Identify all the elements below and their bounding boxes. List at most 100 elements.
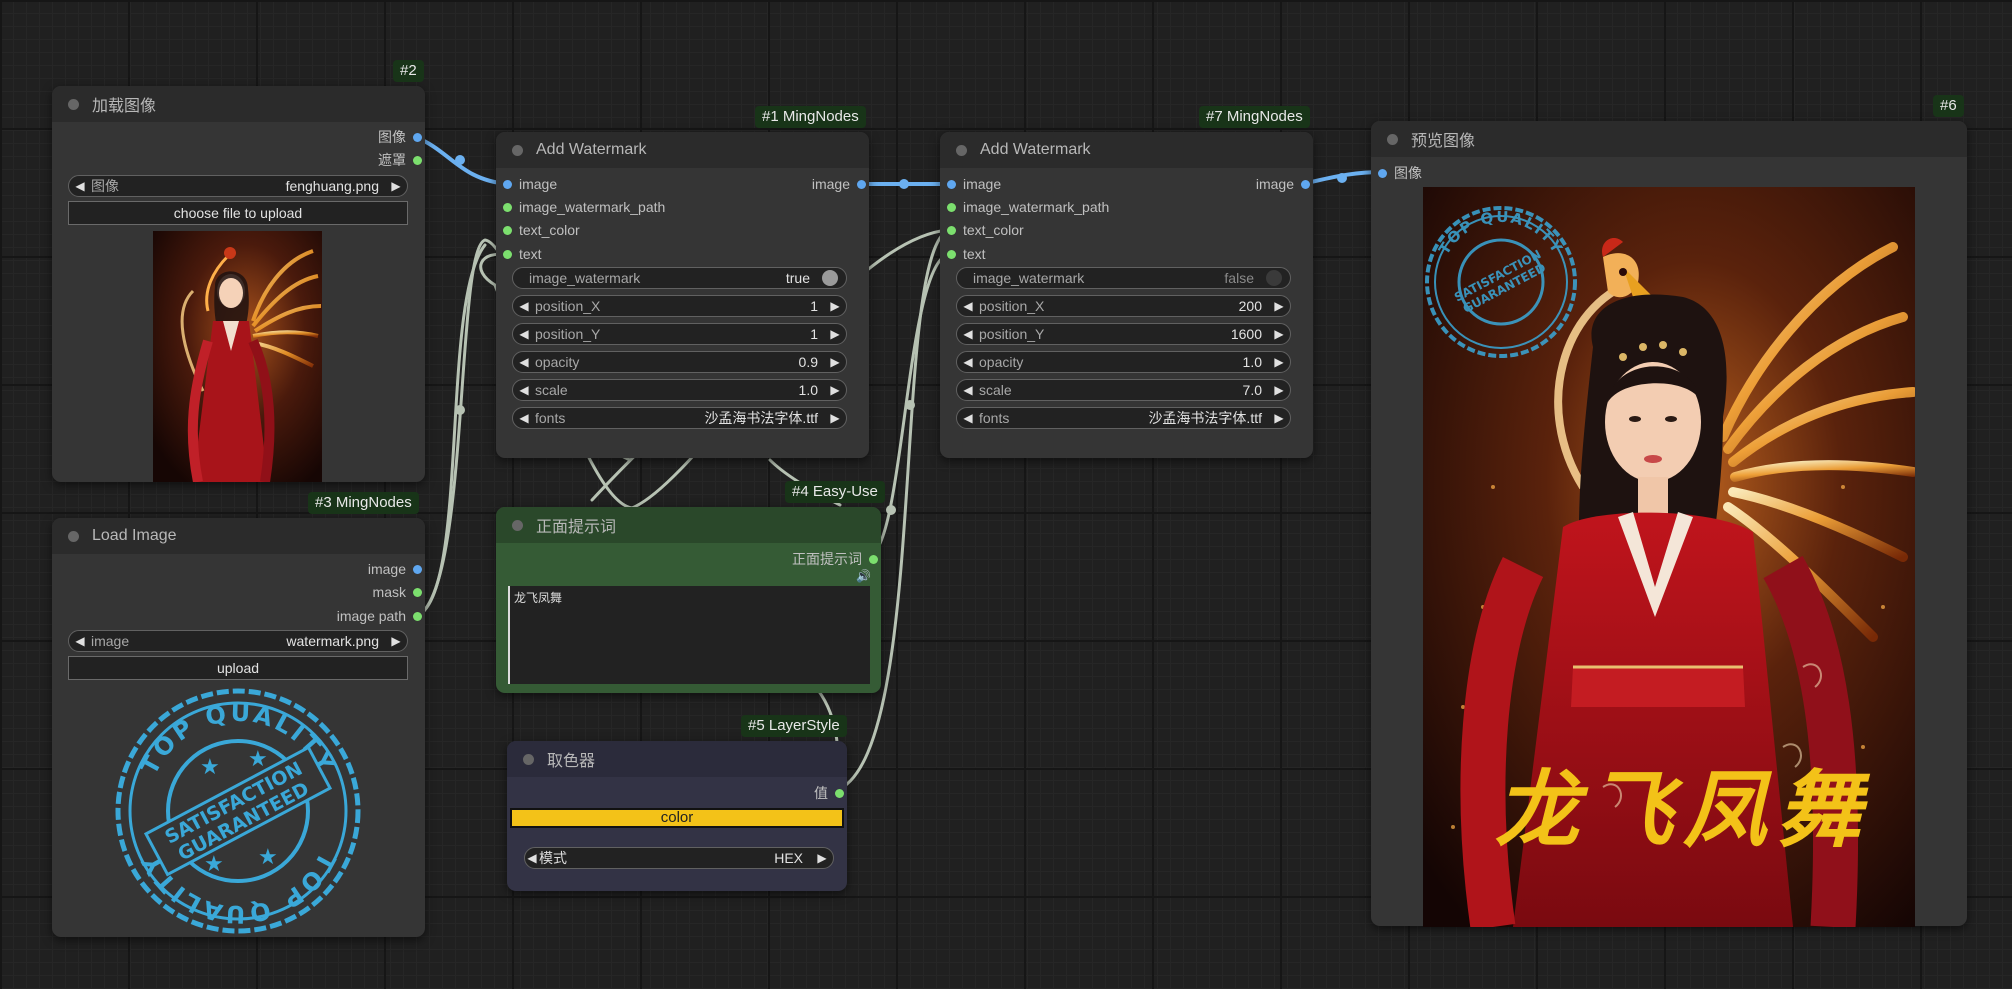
output-slot-image-path[interactable]: image path xyxy=(337,608,422,624)
collapse-dot-icon[interactable] xyxy=(523,753,534,765)
speaker-icon[interactable]: 🔊 xyxy=(856,569,871,583)
collapse-dot-icon[interactable] xyxy=(956,144,967,156)
image-output-pin-icon[interactable] xyxy=(413,133,422,142)
fonts-widget[interactable]: ◀ fonts 沙孟海书法字体.ttf ▶ xyxy=(512,407,847,429)
right-arrow-icon[interactable]: ▶ xyxy=(824,299,846,313)
image-output-pin-icon[interactable] xyxy=(413,565,422,574)
scale-widget[interactable]: ◀ scale 1.0 ▶ xyxy=(512,379,847,401)
position-y-widget[interactable]: ◀ position_Y 1 ▶ xyxy=(512,323,847,345)
add-watermark-node-1[interactable]: Add Watermark image image_watermark_path… xyxy=(496,132,869,458)
left-arrow-icon[interactable]: ◀ xyxy=(513,355,535,369)
color-swatch-button[interactable]: color xyxy=(510,808,844,828)
node-header[interactable]: Add Watermark xyxy=(940,132,1313,168)
image-watermark-toggle[interactable]: image_watermark false xyxy=(956,267,1291,289)
output-slot-mask[interactable]: mask xyxy=(373,584,422,600)
right-arrow-icon[interactable]: ▶ xyxy=(385,634,407,648)
output-slot-prompt[interactable]: 正面提示词 xyxy=(792,551,878,567)
position-y-widget[interactable]: ◀ position_Y 1600 ▶ xyxy=(956,323,1291,345)
node-header[interactable]: 加载图像 xyxy=(52,86,425,122)
collapse-dot-icon[interactable] xyxy=(512,144,523,156)
image-path-output-pin-icon[interactable] xyxy=(413,612,422,621)
scale-widget[interactable]: ◀ scale 7.0 ▶ xyxy=(956,379,1291,401)
prompt-textarea[interactable]: 龙飞凤舞 xyxy=(508,586,870,684)
string-input-pin-icon[interactable] xyxy=(947,250,956,259)
choose-file-button[interactable]: choose file to upload xyxy=(68,201,408,225)
add-watermark-node-2[interactable]: Add Watermark image image_watermark_path… xyxy=(940,132,1313,458)
output-slot-value[interactable]: 值 xyxy=(814,785,844,801)
node-header[interactable]: 正面提示词 xyxy=(496,507,881,543)
collapse-dot-icon[interactable] xyxy=(1387,133,1398,145)
toggle-on-icon[interactable] xyxy=(822,270,838,286)
positive-prompt-node[interactable]: 正面提示词 正面提示词 🔊 龙飞凤舞 xyxy=(496,507,881,693)
fonts-widget[interactable]: ◀ fonts 沙孟海书法字体.ttf ▶ xyxy=(956,407,1291,429)
position-x-widget[interactable]: ◀ position_X 1 ▶ xyxy=(512,295,847,317)
load-image-watermark-node[interactable]: Load Image image mask image path ◀ image… xyxy=(52,518,425,937)
image-output-pin-icon[interactable] xyxy=(1301,180,1310,189)
input-slot-image[interactable]: 图像 xyxy=(1378,165,1422,181)
right-arrow-icon[interactable]: ▶ xyxy=(1268,355,1290,369)
left-arrow-icon[interactable]: ◀ xyxy=(957,411,979,425)
string-input-pin-icon[interactable] xyxy=(503,250,512,259)
output-slot-image[interactable]: image xyxy=(1256,176,1310,192)
image-output-pin-icon[interactable] xyxy=(857,180,866,189)
input-slot-text[interactable]: text xyxy=(947,246,986,262)
left-arrow-icon[interactable]: ◀ xyxy=(69,634,91,648)
image-input-pin-icon[interactable] xyxy=(503,180,512,189)
left-arrow-icon[interactable]: ◀ xyxy=(957,327,979,341)
input-slot-image[interactable]: image xyxy=(947,176,1001,192)
collapse-dot-icon[interactable] xyxy=(68,98,79,110)
right-arrow-icon[interactable]: ▶ xyxy=(1268,383,1290,397)
image-combo-widget[interactable]: ◀ 图像 fenghuang.png ▶ xyxy=(68,175,408,197)
node-header[interactable]: Load Image xyxy=(52,518,425,554)
right-arrow-icon[interactable]: ▶ xyxy=(1268,327,1290,341)
string-input-pin-icon[interactable] xyxy=(503,203,512,212)
node-header[interactable]: 取色器 xyxy=(507,741,847,777)
load-image-node[interactable]: 加载图像 图像 遮罩 ◀ 图像 fenghuang.png ▶ choose f… xyxy=(52,86,425,482)
output-slot-mask[interactable]: 遮罩 xyxy=(378,152,422,168)
left-arrow-icon[interactable]: ◀ xyxy=(69,179,91,193)
opacity-widget[interactable]: ◀ opacity 0.9 ▶ xyxy=(512,351,847,373)
string-input-pin-icon[interactable] xyxy=(947,203,956,212)
string-input-pin-icon[interactable] xyxy=(503,226,512,235)
preview-image-node[interactable]: 预览图像 图像 TOP QUALITY SATISFACTION GUARANT… xyxy=(1371,121,1967,927)
string-input-pin-icon[interactable] xyxy=(947,226,956,235)
input-slot-text-color[interactable]: text_color xyxy=(947,222,1024,238)
right-arrow-icon[interactable]: ▶ xyxy=(811,851,833,865)
input-slot-text[interactable]: text xyxy=(503,246,542,262)
left-arrow-icon[interactable]: ◀ xyxy=(957,383,979,397)
right-arrow-icon[interactable]: ▶ xyxy=(824,383,846,397)
input-slot-watermark-path[interactable]: image_watermark_path xyxy=(503,199,665,215)
right-arrow-icon[interactable]: ▶ xyxy=(385,179,407,193)
node-header[interactable]: 预览图像 xyxy=(1371,121,1967,157)
image-input-pin-icon[interactable] xyxy=(947,180,956,189)
left-arrow-icon[interactable]: ◀ xyxy=(513,299,535,313)
left-arrow-icon[interactable]: ◀ xyxy=(957,355,979,369)
string-output-pin-icon[interactable] xyxy=(835,789,844,798)
output-slot-image[interactable]: image xyxy=(812,176,866,192)
mask-output-pin-icon[interactable] xyxy=(413,156,422,165)
toggle-off-icon[interactable] xyxy=(1266,270,1282,286)
image-watermark-toggle[interactable]: image_watermark true xyxy=(512,267,847,289)
image-combo-widget[interactable]: ◀ image watermark.png ▶ xyxy=(68,630,408,652)
collapse-dot-icon[interactable] xyxy=(512,519,523,531)
node-header[interactable]: Add Watermark xyxy=(496,132,869,168)
left-arrow-icon[interactable]: ◀ xyxy=(525,851,539,865)
right-arrow-icon[interactable]: ▶ xyxy=(824,411,846,425)
right-arrow-icon[interactable]: ▶ xyxy=(1268,299,1290,313)
string-output-pin-icon[interactable] xyxy=(869,555,878,564)
left-arrow-icon[interactable]: ◀ xyxy=(513,411,535,425)
left-arrow-icon[interactable]: ◀ xyxy=(513,383,535,397)
output-slot-image[interactable]: 图像 xyxy=(378,129,422,145)
mode-combo-widget[interactable]: ◀ 模式 HEX ▶ xyxy=(524,847,834,869)
input-slot-text-color[interactable]: text_color xyxy=(503,222,580,238)
right-arrow-icon[interactable]: ▶ xyxy=(824,327,846,341)
input-slot-watermark-path[interactable]: image_watermark_path xyxy=(947,199,1109,215)
output-slot-image[interactable]: image xyxy=(368,561,422,577)
opacity-widget[interactable]: ◀ opacity 1.0 ▶ xyxy=(956,351,1291,373)
left-arrow-icon[interactable]: ◀ xyxy=(513,327,535,341)
left-arrow-icon[interactable]: ◀ xyxy=(957,299,979,313)
color-picker-node[interactable]: 取色器 值 color ◀ 模式 HEX ▶ xyxy=(507,741,847,891)
right-arrow-icon[interactable]: ▶ xyxy=(824,355,846,369)
image-input-pin-icon[interactable] xyxy=(1378,169,1387,178)
upload-button[interactable]: upload xyxy=(68,656,408,680)
